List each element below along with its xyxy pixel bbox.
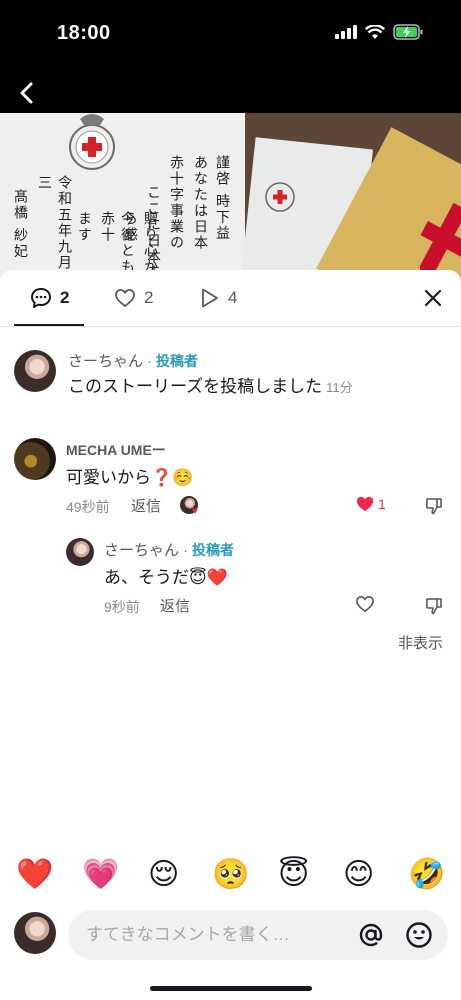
comment-body: あ、そうだ😇❤️ bbox=[104, 568, 228, 587]
tab-views-count: 4 bbox=[228, 288, 238, 307]
emoji-red-heart[interactable]: ❤️ bbox=[16, 855, 53, 895]
comment-input[interactable] bbox=[86, 910, 346, 960]
my-avatar bbox=[14, 912, 56, 954]
tab-comments[interactable]: 2 bbox=[30, 284, 69, 312]
close-icon[interactable] bbox=[423, 288, 443, 308]
red-cross-emblem-small bbox=[265, 182, 295, 212]
author-role-badge: 投稿者 bbox=[156, 353, 199, 369]
emoji-relieved[interactable]: 😌 bbox=[148, 855, 179, 895]
tab-likes-count: 2 bbox=[144, 288, 154, 307]
name-separator: · bbox=[183, 542, 189, 559]
reply-button[interactable]: 返信 bbox=[131, 495, 161, 516]
comment-time: 49秒前 bbox=[66, 499, 110, 515]
avatar[interactable] bbox=[66, 538, 94, 566]
comment-input-box[interactable] bbox=[68, 910, 448, 960]
emoji-smile[interactable]: 😊 bbox=[343, 855, 374, 895]
reaction-tabs: 2 2 4 bbox=[0, 270, 461, 327]
certificate-date: 令和五年九月三 bbox=[36, 175, 72, 271]
tab-likes[interactable]: 2 bbox=[114, 284, 153, 312]
story-image: 謹啓 時下益 あなたは日本 赤十字事業の ここに日本赤 贈り心から感 今後とも赤… bbox=[0, 113, 461, 283]
comment-time: 9秒前 bbox=[104, 599, 140, 615]
emoji-quick-bar: ❤️ 💗 😌 🥺 😇 😊 🤣 bbox=[0, 855, 461, 899]
avatar[interactable] bbox=[14, 350, 56, 392]
dislike-icon[interactable] bbox=[424, 496, 444, 516]
tab-comments-count: 2 bbox=[60, 288, 70, 307]
tab-views[interactable]: 4 bbox=[200, 284, 237, 312]
dislike-icon[interactable] bbox=[424, 596, 444, 616]
comment-author[interactable]: さーちゃん · 投稿者 bbox=[68, 350, 198, 371]
top-nav bbox=[0, 70, 461, 114]
heart-outline-icon[interactable] bbox=[355, 595, 375, 613]
comment-sheet: 2 2 4 さーちゃん · 投稿者 このストーリーズを投稿しました 11分 MECHA… bbox=[0, 270, 461, 1000]
comment-author[interactable]: MECHA UMEー bbox=[66, 440, 166, 460]
comment-body: 可愛いから❓☺️ bbox=[66, 468, 194, 487]
play-icon bbox=[202, 288, 218, 308]
heart-filled-icon bbox=[356, 496, 374, 512]
wifi-icon bbox=[365, 24, 385, 39]
creator-liked-heart-icon: ♥ bbox=[192, 506, 198, 517]
status-time: 18:00 bbox=[57, 22, 111, 44]
name-separator: · bbox=[147, 353, 153, 370]
avatar[interactable] bbox=[14, 438, 56, 480]
author-role-badge: 投稿者 bbox=[192, 542, 235, 558]
emoji-rofl[interactable]: 🤣 bbox=[408, 855, 445, 895]
certificate-signature: 髙橋 紗妃 bbox=[12, 189, 28, 260]
active-tab-indicator bbox=[14, 324, 84, 326]
reply-button[interactable]: 返信 bbox=[160, 595, 190, 616]
author-name: さーちゃん bbox=[68, 353, 144, 370]
mention-icon[interactable] bbox=[358, 922, 384, 948]
signal-icon bbox=[335, 25, 357, 39]
back-arrow-icon[interactable] bbox=[14, 80, 40, 106]
comment-icon bbox=[31, 288, 51, 308]
red-cross-emblem bbox=[69, 114, 115, 170]
emoji-picker-icon[interactable] bbox=[405, 921, 433, 949]
battery-charging-icon bbox=[393, 24, 423, 40]
certificate-line: 赤十字事業の bbox=[168, 155, 184, 251]
certificate-line: 謹啓 時下益 bbox=[214, 155, 230, 242]
hide-replies-button[interactable]: 非表示 bbox=[398, 632, 443, 653]
comment-body: このストーリーズを投稿しました bbox=[68, 377, 323, 396]
heart-outline-icon bbox=[115, 289, 135, 307]
emoji-pleading[interactable]: 🥺 bbox=[212, 855, 249, 895]
home-indicator bbox=[150, 986, 312, 991]
emoji-pink-heart[interactable]: 💗 bbox=[82, 855, 119, 895]
author-name: さーちゃん bbox=[104, 542, 180, 559]
status-bar: 18:00 bbox=[0, 0, 461, 70]
like-count: 1 bbox=[378, 496, 386, 512]
like-button[interactable]: 1 bbox=[355, 495, 386, 513]
comment-time: 11分 bbox=[326, 380, 353, 395]
status-icons bbox=[335, 24, 423, 40]
comment-text: このストーリーズを投稿しました 11分 bbox=[68, 372, 353, 397]
comment-composer bbox=[0, 906, 461, 962]
emoji-halo[interactable]: 😇 bbox=[278, 855, 309, 895]
certificate-line: あなたは日本 bbox=[192, 155, 208, 251]
comment-author[interactable]: さーちゃん · 投稿者 bbox=[104, 539, 234, 560]
